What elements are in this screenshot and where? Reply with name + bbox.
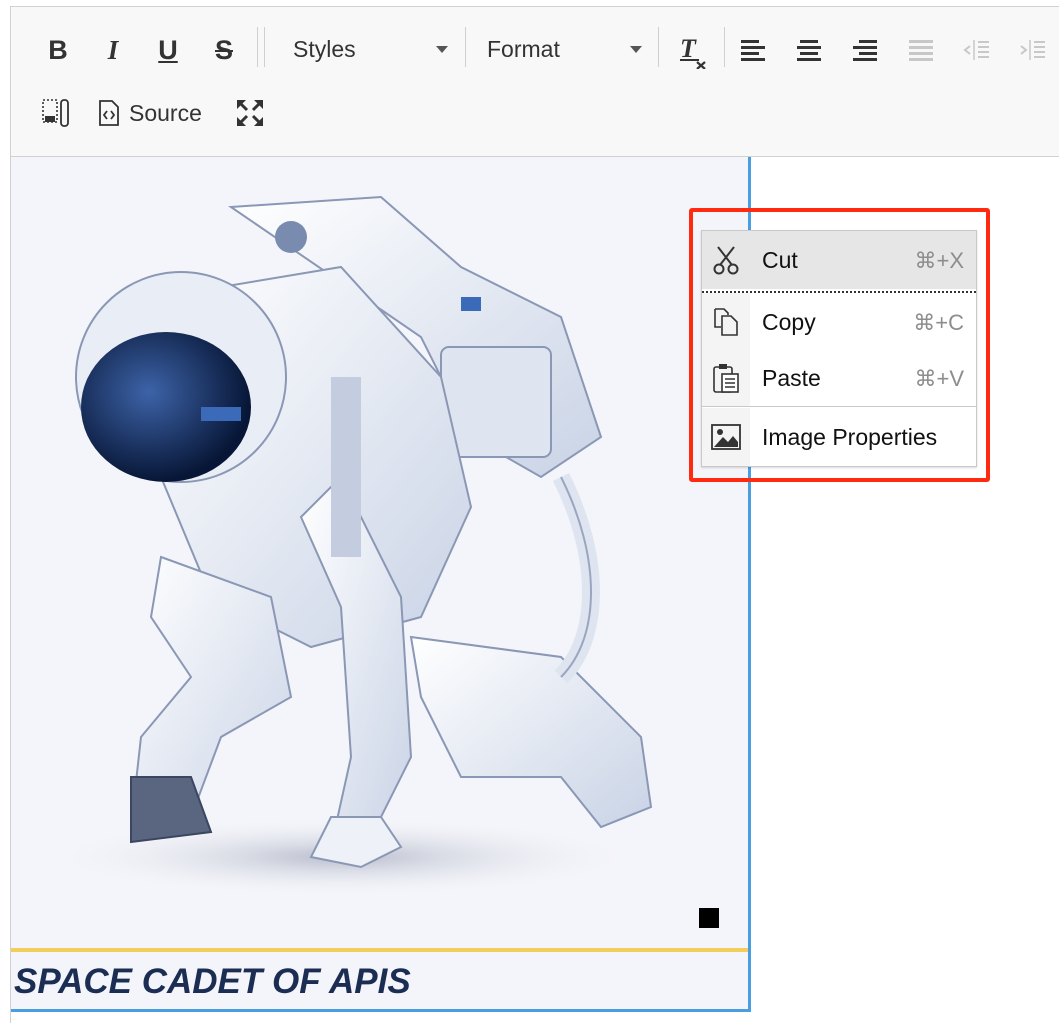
astronaut-illustration (41, 195, 653, 897)
paste-icon (713, 364, 739, 393)
svg-text:T: T (680, 34, 697, 63)
justify-icon (909, 40, 933, 61)
source-button-label: Source (129, 99, 202, 126)
remove-format-icon: T (680, 34, 706, 69)
image-icon (711, 424, 741, 450)
align-left-button[interactable] (738, 35, 768, 65)
show-blocks-button[interactable] (39, 95, 73, 131)
indent-icon (1020, 40, 1045, 60)
align-left-icon (741, 40, 765, 61)
context-menu-icon-cell (702, 349, 750, 407)
context-menu-copy[interactable]: Copy ⌘+C (702, 293, 976, 351)
scissors-icon (713, 246, 739, 275)
copy-icon (714, 308, 738, 336)
justify-button[interactable] (906, 35, 936, 65)
image-caption[interactable]: SPACE CADET OF APIS (14, 962, 411, 1002)
context-menu-divider (702, 406, 976, 407)
chevron-down-icon (436, 46, 448, 53)
toolbar-separator (465, 27, 466, 67)
caption-divider (11, 948, 748, 952)
align-right-button[interactable] (850, 35, 880, 65)
context-menu-paste-label: Paste (762, 365, 821, 391)
rich-text-editor: B I U S Styles Format T Source SPACE CAD… (10, 6, 1059, 1023)
context-menu-cut-label: Cut (762, 247, 798, 273)
context-menu-icon-cell (702, 408, 750, 466)
align-center-button[interactable] (794, 35, 824, 65)
strikethrough-icon: S (214, 34, 233, 65)
editor-toolbar: B I U S Styles Format T Source (11, 7, 1059, 157)
context-menu: Cut ⌘+X Copy ⌘+C Paste ⌘+V Image Propert… (701, 230, 977, 467)
context-menu-cut[interactable]: Cut ⌘+X (702, 231, 976, 289)
outdent-icon (963, 40, 989, 60)
format-dropdown-label: Format (487, 35, 560, 62)
context-menu-copy-shortcut: ⌘+C (913, 310, 964, 335)
indent-button[interactable] (1018, 35, 1048, 65)
styles-dropdown-label: Styles (293, 35, 356, 62)
show-blocks-icon (42, 99, 69, 127)
context-menu-cut-shortcut: ⌘+X (914, 248, 964, 273)
context-menu-image-properties-label: Image Properties (762, 424, 938, 450)
context-menu-icon-cell (702, 231, 750, 289)
align-center-icon (797, 40, 821, 61)
context-menu-copy-label: Copy (762, 309, 816, 335)
italic-icon: I (107, 34, 119, 65)
toolbar-separator (264, 27, 265, 67)
bold-icon: B (48, 34, 68, 65)
astronaut-image[interactable] (41, 177, 701, 897)
maximize-icon (237, 100, 263, 126)
format-dropdown[interactable]: Format (487, 31, 642, 67)
context-menu-paste-shortcut: ⌘+V (914, 366, 964, 391)
remove-format-button[interactable]: T (675, 31, 711, 71)
editor-content-area[interactable]: SPACE CADET OF APIS (11, 157, 751, 1012)
chevron-down-icon (630, 46, 642, 53)
source-code-icon (99, 100, 119, 126)
toolbar-separator (257, 27, 258, 67)
underline-button[interactable]: U (151, 33, 185, 67)
strikethrough-button[interactable]: S (207, 33, 241, 67)
underline-icon: U (158, 34, 178, 65)
context-menu-paste[interactable]: Paste ⌘+V (702, 349, 976, 407)
outdent-button[interactable] (962, 35, 992, 65)
align-right-icon (853, 40, 877, 61)
image-resize-handle[interactable] (699, 908, 719, 928)
toolbar-separator (658, 27, 659, 67)
toolbar-separator (724, 27, 725, 67)
bold-button[interactable]: B (41, 33, 75, 67)
styles-dropdown[interactable]: Styles (293, 31, 448, 67)
italic-button[interactable]: I (96, 33, 130, 67)
context-menu-icon-cell (702, 293, 750, 351)
source-button[interactable]: Source (97, 95, 212, 131)
context-menu-image-properties[interactable]: Image Properties (702, 408, 976, 466)
maximize-button[interactable] (231, 95, 269, 131)
